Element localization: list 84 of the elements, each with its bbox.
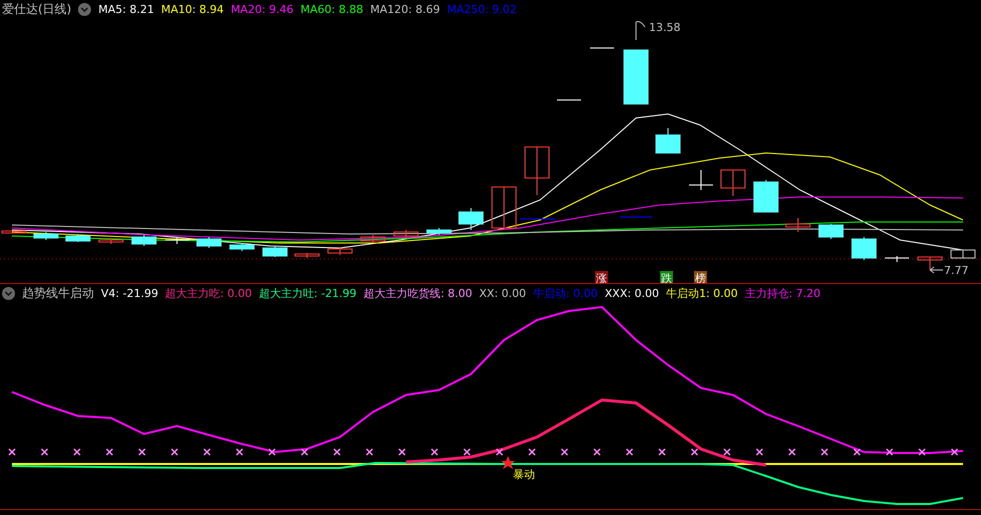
indicator-value: 主力持仓: 7.20 (744, 286, 820, 301)
dropdown-icon[interactable] (2, 287, 15, 300)
candlestick (884, 256, 910, 262)
cross-marker (236, 448, 244, 456)
candlestick (918, 256, 942, 270)
cross-marker (690, 448, 698, 456)
cross-marker (918, 448, 926, 456)
indicator-value: XXX: 0.00 (604, 287, 660, 300)
cross-marker (366, 448, 374, 456)
cross-marker (723, 448, 731, 456)
cross-marker (138, 448, 146, 456)
candlestick (852, 236, 876, 260)
ma-value: MA10: 8.94 (161, 2, 224, 16)
indicator-value: XX: 0.00 (479, 287, 526, 300)
low-price-label: 7.77 (944, 264, 968, 277)
candlestick (524, 146, 550, 196)
candlestick (360, 234, 386, 244)
cross-marker (788, 448, 796, 456)
ma-value: MA20: 9.46 (230, 2, 294, 16)
candlestick (262, 246, 288, 258)
cross-marker (886, 448, 894, 456)
cross-marker (853, 448, 861, 456)
indicator-value: 超大主力吐: -21.99 (258, 286, 357, 301)
cross-marker (170, 448, 178, 456)
candlestick (492, 186, 516, 228)
cross-marker (560, 448, 568, 456)
cross-marker (398, 448, 406, 456)
candlestick (818, 224, 844, 240)
candlestick (688, 170, 714, 190)
cross-marker (463, 448, 471, 456)
candlestick (426, 228, 452, 236)
cross-marker (950, 448, 958, 456)
candlestick (66, 234, 90, 242)
signal-tag: 跌 (660, 271, 673, 283)
candlestick (624, 50, 648, 104)
cross-marker (73, 448, 81, 456)
cross-marker (40, 448, 48, 456)
candlestick (328, 246, 352, 256)
stock-title: 爱仕达(日线) (2, 0, 72, 18)
cross-marker (300, 448, 308, 456)
candlestick (196, 236, 222, 248)
candlestick (230, 242, 254, 252)
candlestick (294, 252, 320, 258)
ma-value: MA60: 8.88 (300, 2, 364, 16)
cross-marker (528, 448, 536, 456)
cross-marker (820, 448, 828, 456)
candlestick (132, 234, 156, 246)
candlestick (786, 218, 810, 232)
ma-value: MA120: 8.69 (370, 2, 440, 16)
dropdown-icon[interactable] (78, 2, 92, 16)
candlestick (458, 208, 484, 230)
indicator-title: 趋势线牛启动 (22, 285, 94, 302)
candlestick (394, 230, 418, 238)
candlestick (2, 230, 26, 234)
indicator-value: V4: -21.99 (101, 287, 158, 300)
indicator-value: 牛启动: 0.00 (533, 286, 598, 301)
leader-line (636, 21, 646, 40)
cross-marker (268, 448, 276, 456)
candlestick (98, 238, 124, 244)
cross-marker (203, 448, 211, 456)
cross-marker (593, 448, 601, 456)
candlestick (164, 238, 190, 244)
cross-marker (496, 448, 504, 456)
candlestick (34, 232, 58, 240)
cross-marker (106, 448, 114, 456)
leader-line (930, 266, 944, 274)
cross-marker (756, 448, 764, 456)
cross-marker (430, 448, 438, 456)
indicator-value: 超大主力吃货线: 8.00 (364, 286, 472, 301)
ma-value: MA250: 9.02 (446, 2, 517, 16)
candlestick (754, 180, 778, 212)
cross-marker (626, 448, 634, 456)
indicator-value: 牛启动1: 0.00 (666, 286, 738, 301)
cross-marker (333, 448, 341, 456)
candlestick (950, 250, 976, 258)
star-icon (501, 456, 515, 469)
cross-marker (8, 448, 16, 456)
cross-marker (658, 448, 666, 456)
signal-label: 暴动 (513, 468, 535, 481)
indicator-value: 超大主力吃: 0.00 (165, 286, 252, 301)
ma-value: MA5: 8.21 (98, 2, 154, 16)
high-price-label: 13.58 (649, 21, 680, 34)
candlestick (656, 128, 680, 154)
candlestick (720, 170, 746, 196)
